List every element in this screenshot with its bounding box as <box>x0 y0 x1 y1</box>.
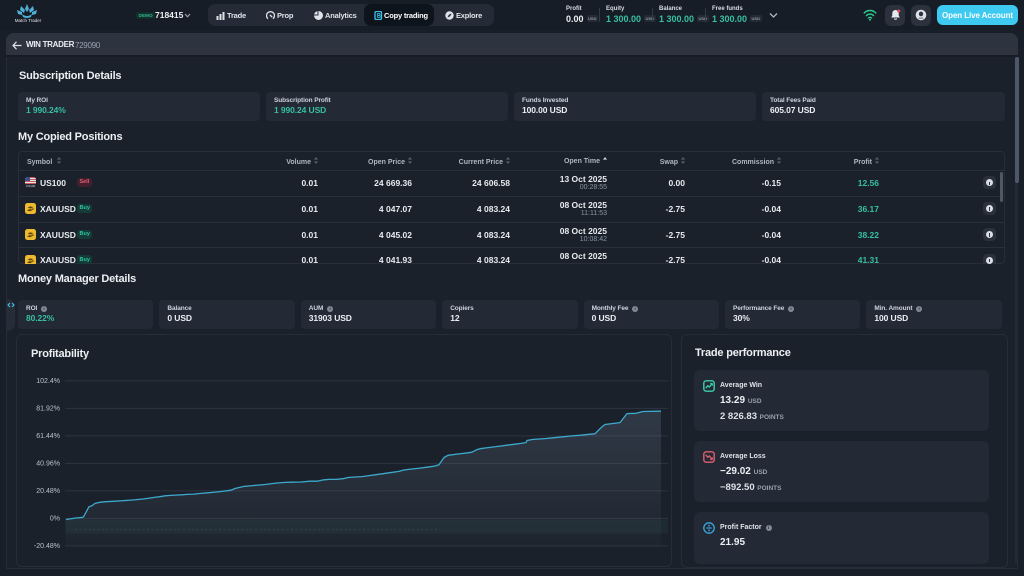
svg-text:20.48%: 20.48% <box>36 488 60 495</box>
svg-text:61.44%: 61.44% <box>36 433 60 440</box>
svg-text:40.96%: 40.96% <box>36 461 60 468</box>
svg-text:102.4%: 102.4% <box>36 378 60 385</box>
svg-text:0%: 0% <box>50 516 60 523</box>
svg-text:81.92%: 81.92% <box>36 406 60 413</box>
svg-text:-20.48%: -20.48% <box>34 543 60 550</box>
